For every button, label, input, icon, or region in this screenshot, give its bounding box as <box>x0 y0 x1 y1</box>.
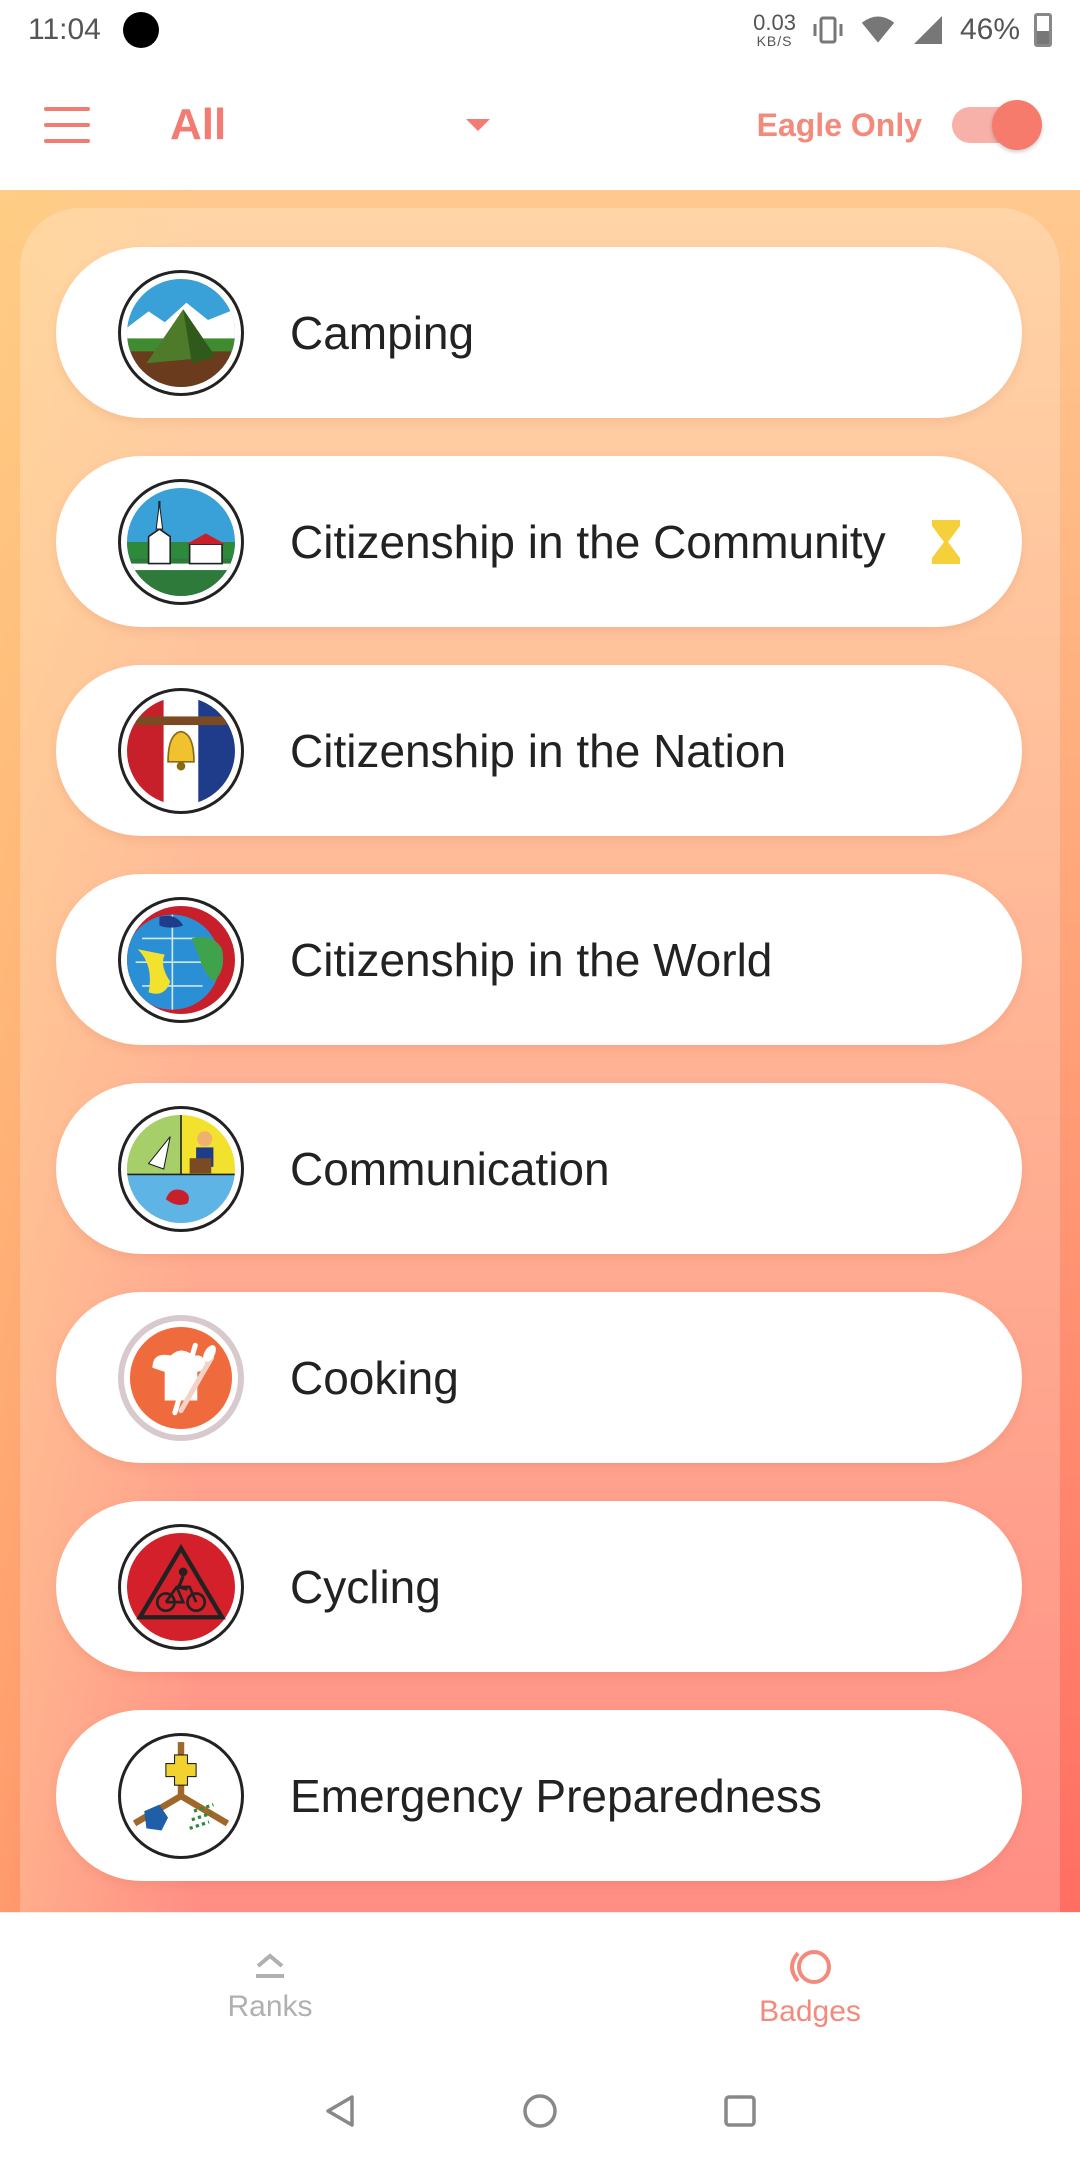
badge-name: Emergency Preparedness <box>290 1769 822 1822</box>
badge-name: Citizenship in the World <box>290 933 773 986</box>
badge-name: Cycling <box>290 1560 441 1613</box>
badge-row-camping[interactable]: Camping <box>56 247 1022 418</box>
notification-dot-icon <box>122 12 159 48</box>
badge-name: Camping <box>290 306 475 359</box>
network-speed: 0.03 KB/S <box>753 10 796 49</box>
battery-percent: 46% <box>959 13 1020 46</box>
status-bar: 11:04 0.03 KB/S 46% <box>0 0 1080 60</box>
badge-row-citizenship-world[interactable]: Citizenship in the World <box>56 874 1022 1045</box>
badge-name: Communication <box>290 1142 610 1195</box>
badge-name: Citizenship in the Community <box>290 515 886 568</box>
citizenship-community-icon <box>118 478 244 605</box>
eagle-only-toggle[interactable] <box>952 100 1042 150</box>
network-speed-value: 0.03 <box>753 10 796 35</box>
system-navigation-bar <box>0 2062 1080 2160</box>
eagle-only-filter: Eagle Only <box>756 100 1042 150</box>
hourglass-icon <box>932 519 960 564</box>
emergency-preparedness-icon <box>118 1732 244 1859</box>
nav-ranks-label: Ranks <box>227 1989 313 2023</box>
badge-row-citizenship-nation[interactable]: Citizenship in the Nation <box>56 665 1022 836</box>
hamburger-menu-icon[interactable] <box>44 107 90 143</box>
badge-row-emergency-preparedness[interactable]: Emergency Preparedness <box>56 1710 1022 1881</box>
ranks-icon <box>256 1952 284 1978</box>
badge-row-cooking[interactable]: Cooking <box>56 1292 1022 1463</box>
status-time: 11:04 <box>28 13 101 46</box>
wifi-icon <box>860 12 896 48</box>
badge-row-citizenship-community[interactable]: Citizenship in the Community <box>56 456 1022 627</box>
status-right: 0.03 KB/S 46% <box>753 12 1052 48</box>
badge-row-cycling[interactable]: Cycling <box>56 1501 1022 1672</box>
cycling-icon <box>118 1523 244 1650</box>
toggle-knob <box>992 100 1042 150</box>
badge-name: Citizenship in the Nation <box>290 724 787 777</box>
back-icon[interactable] <box>315 2086 365 2136</box>
badge-name: Cooking <box>290 1351 459 1404</box>
badge-row-communication[interactable]: Communication <box>56 1083 1022 1254</box>
battery-icon <box>1034 13 1052 47</box>
badges-icon <box>790 1949 831 1984</box>
nav-badges[interactable]: Badges <box>540 1913 1080 2062</box>
citizenship-nation-icon <box>118 687 244 814</box>
status-left: 11:04 <box>28 12 159 48</box>
signal-icon <box>910 12 946 48</box>
home-icon[interactable] <box>515 2086 565 2136</box>
app-bar: All Eagle Only <box>0 60 1080 190</box>
badge-list: Camping Citizenship in the Community Cit… <box>56 247 1022 1881</box>
camping-icon <box>118 269 244 396</box>
dropdown-caret-icon <box>466 119 490 131</box>
recents-icon[interactable] <box>715 2086 765 2136</box>
citizenship-world-icon <box>118 896 244 1023</box>
nav-badges-label: Badges <box>759 1994 861 2028</box>
bottom-navigation: Ranks Badges <box>0 1912 1080 2062</box>
cooking-icon <box>118 1314 244 1441</box>
filter-value: All <box>170 100 227 149</box>
badge-list-area[interactable]: Camping Citizenship in the Community Cit… <box>0 190 1080 1912</box>
eagle-only-label: Eagle Only <box>756 106 922 143</box>
vibrate-icon <box>810 12 846 48</box>
communication-icon <box>118 1105 244 1232</box>
nav-ranks[interactable]: Ranks <box>0 1913 540 2062</box>
filter-dropdown[interactable]: All <box>170 100 490 150</box>
network-speed-unit: KB/S <box>756 33 793 49</box>
